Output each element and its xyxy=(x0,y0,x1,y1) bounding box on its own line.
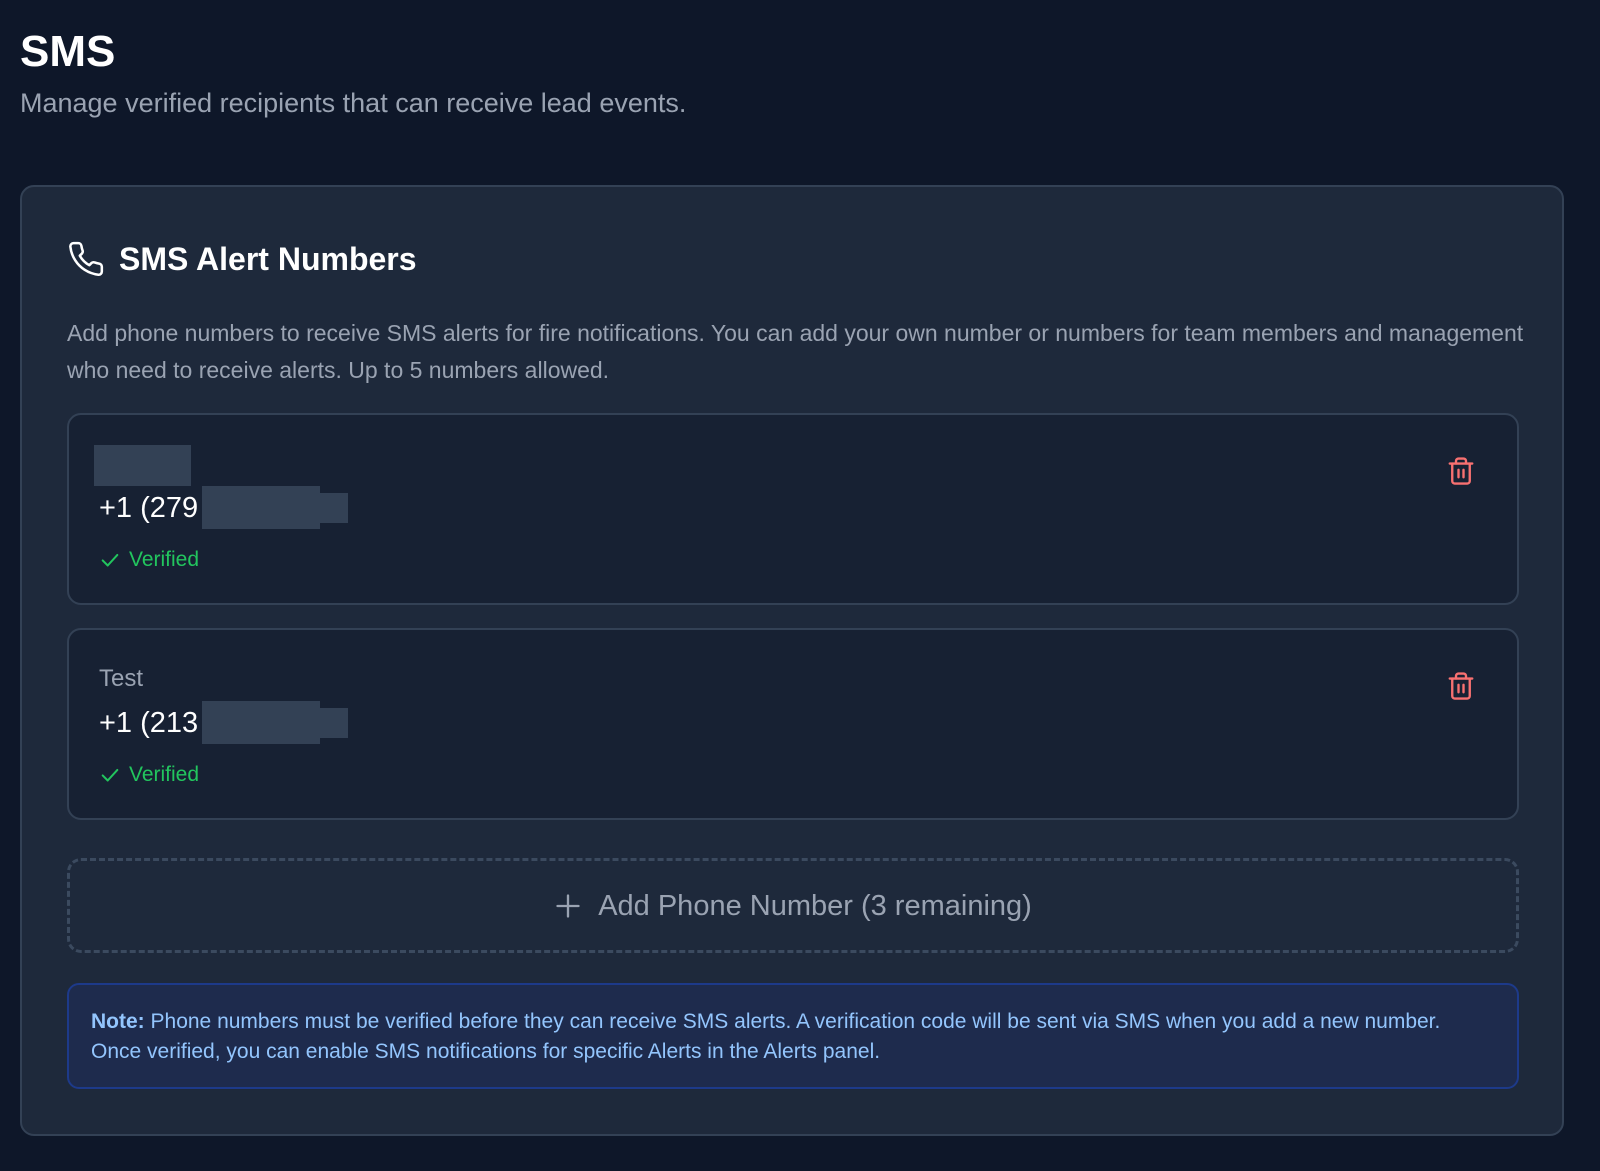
delete-number-button[interactable] xyxy=(1445,455,1477,487)
redacted-number xyxy=(202,701,320,744)
phone-icon xyxy=(69,241,104,276)
card-title: SMS Alert Numbers xyxy=(119,241,417,277)
note-label: Note: xyxy=(91,1010,145,1033)
sms-alert-numbers-card: SMS Alert Numbers Add phone numbers to r… xyxy=(20,185,1564,1136)
check-icon xyxy=(101,553,119,567)
redacted-label xyxy=(94,445,191,486)
phone-number-entry: +1 (279 Verified xyxy=(67,413,1519,605)
add-phone-number-button[interactable]: Add Phone Number (3 remaining) xyxy=(67,858,1519,953)
phone-number: +1 (279 xyxy=(99,492,199,524)
delete-number-button[interactable] xyxy=(1445,670,1477,702)
page-title: SMS xyxy=(20,27,116,76)
verified-status: Verified xyxy=(99,546,199,574)
phone-number: +1 (213 xyxy=(99,707,199,739)
verified-status: Verified xyxy=(99,761,199,789)
page-subtitle: Manage verified recipients that can rece… xyxy=(20,88,687,118)
redacted-number-tail xyxy=(320,493,348,523)
verified-label: Verified xyxy=(129,548,200,571)
card-header: SMS Alert Numbers xyxy=(67,239,417,279)
sms-settings-page: SMS Manage verified recipients that can … xyxy=(0,0,1600,1171)
note-text: Phone numbers must be verified before th… xyxy=(91,1010,1441,1063)
add-phone-number-label: Add Phone Number (3 remaining) xyxy=(598,889,1032,922)
check-icon xyxy=(101,768,119,782)
redacted-number-tail xyxy=(320,708,348,738)
card-description: Add phone numbers to receive SMS alerts … xyxy=(67,320,1524,383)
trash-icon xyxy=(1448,457,1474,485)
redacted-number xyxy=(202,486,320,529)
phone-number-entry: Test +1 (213 Verified xyxy=(67,628,1519,820)
number-label: Test xyxy=(99,665,144,692)
verification-note: Note: Phone numbers must be verified bef… xyxy=(67,983,1519,1089)
plus-icon xyxy=(556,893,580,918)
verified-label: Verified xyxy=(129,763,200,786)
trash-icon xyxy=(1448,672,1474,700)
